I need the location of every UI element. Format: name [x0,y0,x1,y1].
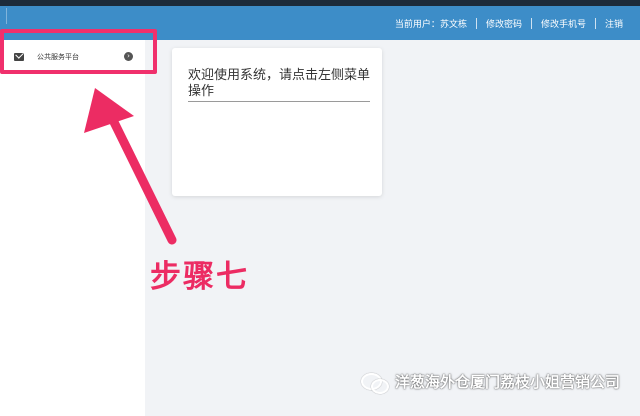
arrow-head [84,88,134,133]
annotation-arrow [84,88,177,245]
watermark-text: 洋葱海外仓厦门荔枝小姐营销公司 [394,373,620,391]
step-label: 步骤七 [150,259,249,295]
wechat-icon [360,372,389,394]
arrow-shaft [107,113,177,245]
watermark: 洋葱海外仓厦门荔枝小姐营销公司 [360,371,620,394]
